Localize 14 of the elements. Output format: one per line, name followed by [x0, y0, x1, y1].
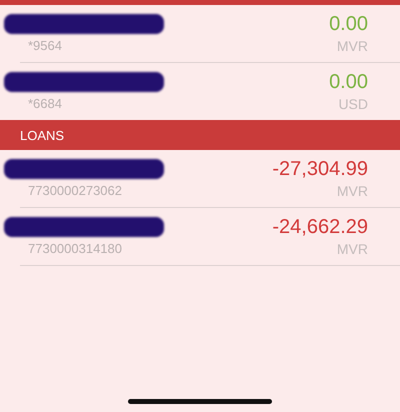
currency-label: MVR: [336, 38, 368, 54]
account-number: *9564: [28, 38, 63, 53]
currency-label: MVR: [336, 183, 368, 199]
currency-label: MVR: [336, 241, 368, 257]
balance-amount: -24,662.29: [272, 216, 368, 239]
currency-label: USD: [338, 96, 368, 112]
balance-amount: -27,304.99: [272, 158, 368, 181]
account-number: 7730000314180: [28, 241, 123, 256]
account-number: 7730000273062: [28, 183, 123, 198]
balance-amount: 0.00: [329, 71, 368, 94]
balance-amount: 0.00: [329, 13, 368, 36]
home-indicator[interactable]: [128, 399, 272, 404]
section-header: LOANS: [0, 120, 400, 150]
account-number: *6684: [28, 96, 63, 111]
